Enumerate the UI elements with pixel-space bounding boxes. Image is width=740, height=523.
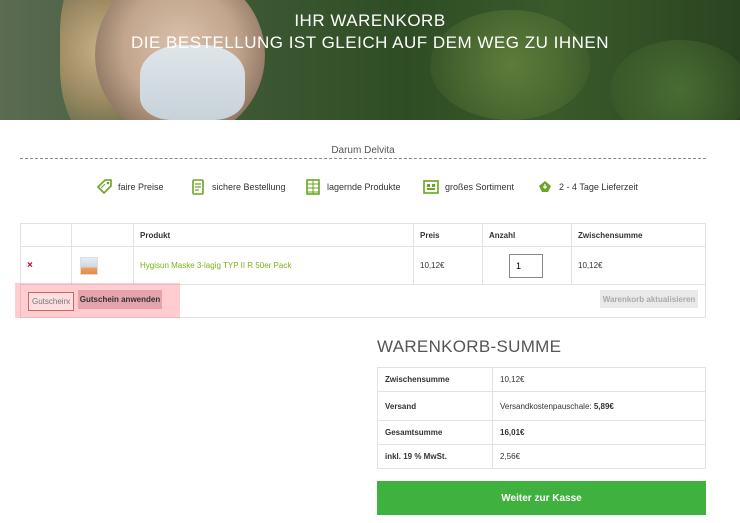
stock-products-icon (305, 178, 321, 196)
totals-value: 10,12€ (492, 367, 706, 392)
remove-item-button[interactable]: × (20, 246, 72, 285)
feature-label: 2 - 4 Tage Lieferzeit (559, 182, 638, 192)
product-thumbnail[interactable] (80, 256, 98, 275)
product-link[interactable]: Hygisun Maske 3-lagig TYP II R 50er Pack (140, 261, 291, 270)
price-tag-icon (96, 178, 112, 196)
header-quantity: Anzahl (482, 223, 572, 247)
feature-delivery-time: 2 - 4 Tage Lieferzeit (537, 178, 638, 196)
totals-value: Versandkostenpauschale: 5,89€ (492, 391, 706, 421)
table-row: inkl. 19 % MwSt. 2,56€ (377, 444, 706, 469)
feature-stock-products: lagernde Produkte (305, 178, 401, 196)
price-cell: 10,12€ (413, 246, 483, 285)
divider (20, 158, 706, 159)
quantity-input[interactable] (509, 253, 543, 278)
cart-totals-title: WARENKORB-SUMME (377, 337, 562, 356)
secure-order-icon (190, 178, 206, 196)
totals-label: Versand (377, 391, 493, 421)
feature-assortment: großes Sortiment (423, 178, 514, 196)
coupon-code-input[interactable] (28, 292, 74, 311)
feature-bar: faire Preise sichere Bestellung lagernde… (0, 178, 740, 200)
hero-title: IHR WARENKORB (294, 11, 446, 30)
table-row: Gesamtsumme 16,01€ (377, 420, 706, 445)
product-cell: Hygisun Maske 3-lagig TYP II R 50er Pack (133, 246, 414, 285)
update-cart-button[interactable]: Warenkorb aktualisieren (600, 290, 698, 308)
feature-label: faire Preise (118, 182, 164, 192)
assortment-icon (423, 178, 439, 196)
feature-fair-prices: faire Preise (96, 178, 164, 196)
brand-heading: Darum Delvita (331, 145, 395, 156)
cart-header-row: Produkt Preis Anzahl Zwischensumme (20, 223, 706, 247)
hero-image-mask (140, 45, 245, 120)
feature-label: lagernde Produkte (327, 182, 401, 192)
table-row: Zwischensumme 10,12€ (377, 367, 706, 392)
header-remove (20, 223, 72, 247)
subtotal-cell: 10,12€ (571, 246, 706, 285)
quantity-cell (482, 246, 572, 285)
header-product: Produkt (133, 223, 414, 247)
hero-subtitle: DIE BESTELLUNG IST GLEICH AUF DEM WEG ZU… (131, 33, 609, 52)
checkout-button[interactable]: Weiter zur Kasse (377, 481, 706, 515)
totals-label: inkl. 19 % MwSt. (377, 444, 493, 469)
delivery-icon (537, 178, 553, 196)
header-subtotal: Zwischensumme (571, 223, 706, 247)
header-price: Preis (413, 223, 483, 247)
shipping-method-label: Versandkostenpauschale: (500, 401, 592, 411)
totals-label: Zwischensumme (377, 367, 493, 392)
cart-table: Produkt Preis Anzahl Zwischensumme × Hyg… (20, 223, 706, 285)
cart-totals-table: Zwischensumme 10,12€ Versand Versandkost… (377, 367, 706, 469)
thumbnail-cell (71, 246, 134, 285)
feature-secure-order: sichere Bestellung (190, 178, 286, 196)
apply-coupon-button[interactable]: Gutschein anwenden (78, 290, 162, 309)
table-row: × Hygisun Maske 3-lagig TYP II R 50er Pa… (20, 246, 706, 285)
totals-value: 16,01€ (492, 420, 706, 445)
header-thumbnail (71, 223, 134, 247)
feature-label: sichere Bestellung (212, 182, 286, 192)
totals-value: 2,56€ (492, 444, 706, 469)
feature-label: großes Sortiment (445, 182, 515, 192)
totals-label: Gesamtsumme (377, 420, 493, 445)
hero-banner: IHR WARENKORB DIE BESTELLUNG IST GLEICH … (0, 0, 740, 120)
table-row: Versand Versandkostenpauschale: 5,89€ (377, 391, 706, 421)
shipping-cost: 5,89€ (593, 401, 614, 411)
